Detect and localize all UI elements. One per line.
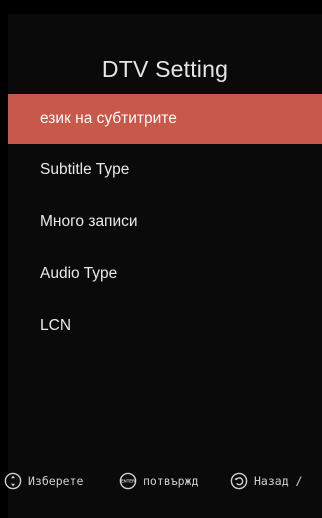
enter-icon-text: ENTER	[121, 479, 135, 484]
menu-item-label: Много записи	[40, 213, 138, 230]
menu-item-label: LCN	[40, 317, 72, 334]
dtv-setting-screen: DTV Setting език на субтитрите Subtitle …	[0, 0, 322, 518]
hint-select-label: Изберете	[28, 474, 84, 488]
dpad-icon	[4, 472, 22, 490]
menu-item-label: Subtitle Type	[40, 161, 130, 178]
hint-confirm-label: потвържд	[143, 474, 199, 488]
page-title: DTV Setting	[101, 56, 229, 82]
settings-panel: DTV Setting език на субтитрите Subtitle …	[8, 14, 322, 518]
enter-icon: ENTER	[119, 472, 137, 490]
footer-hints: Изберете ENTER потвържд Назад /	[0, 470, 322, 492]
hint-confirm: ENTER потвържд	[119, 472, 198, 490]
back-icon	[230, 472, 248, 490]
hint-back-label: Назад /	[254, 474, 303, 488]
menu-item-multi-audio[interactable]: Много записи	[8, 196, 322, 248]
hint-back: Назад /	[230, 472, 302, 490]
hint-select: Изберете	[4, 472, 83, 490]
menu-item-audio-type[interactable]: Audio Type	[8, 248, 322, 300]
menu-item-subtitle-type[interactable]: Subtitle Type	[8, 144, 322, 196]
menu-item-label: Audio Type	[40, 265, 118, 282]
settings-menu: език на субтитрите Subtitle Type Много з…	[8, 94, 322, 352]
menu-item-subtitle-language[interactable]: език на субтитрите	[8, 94, 322, 144]
menu-item-lcn[interactable]: LCN	[8, 300, 322, 352]
menu-item-label: език на субтитрите	[40, 110, 177, 127]
